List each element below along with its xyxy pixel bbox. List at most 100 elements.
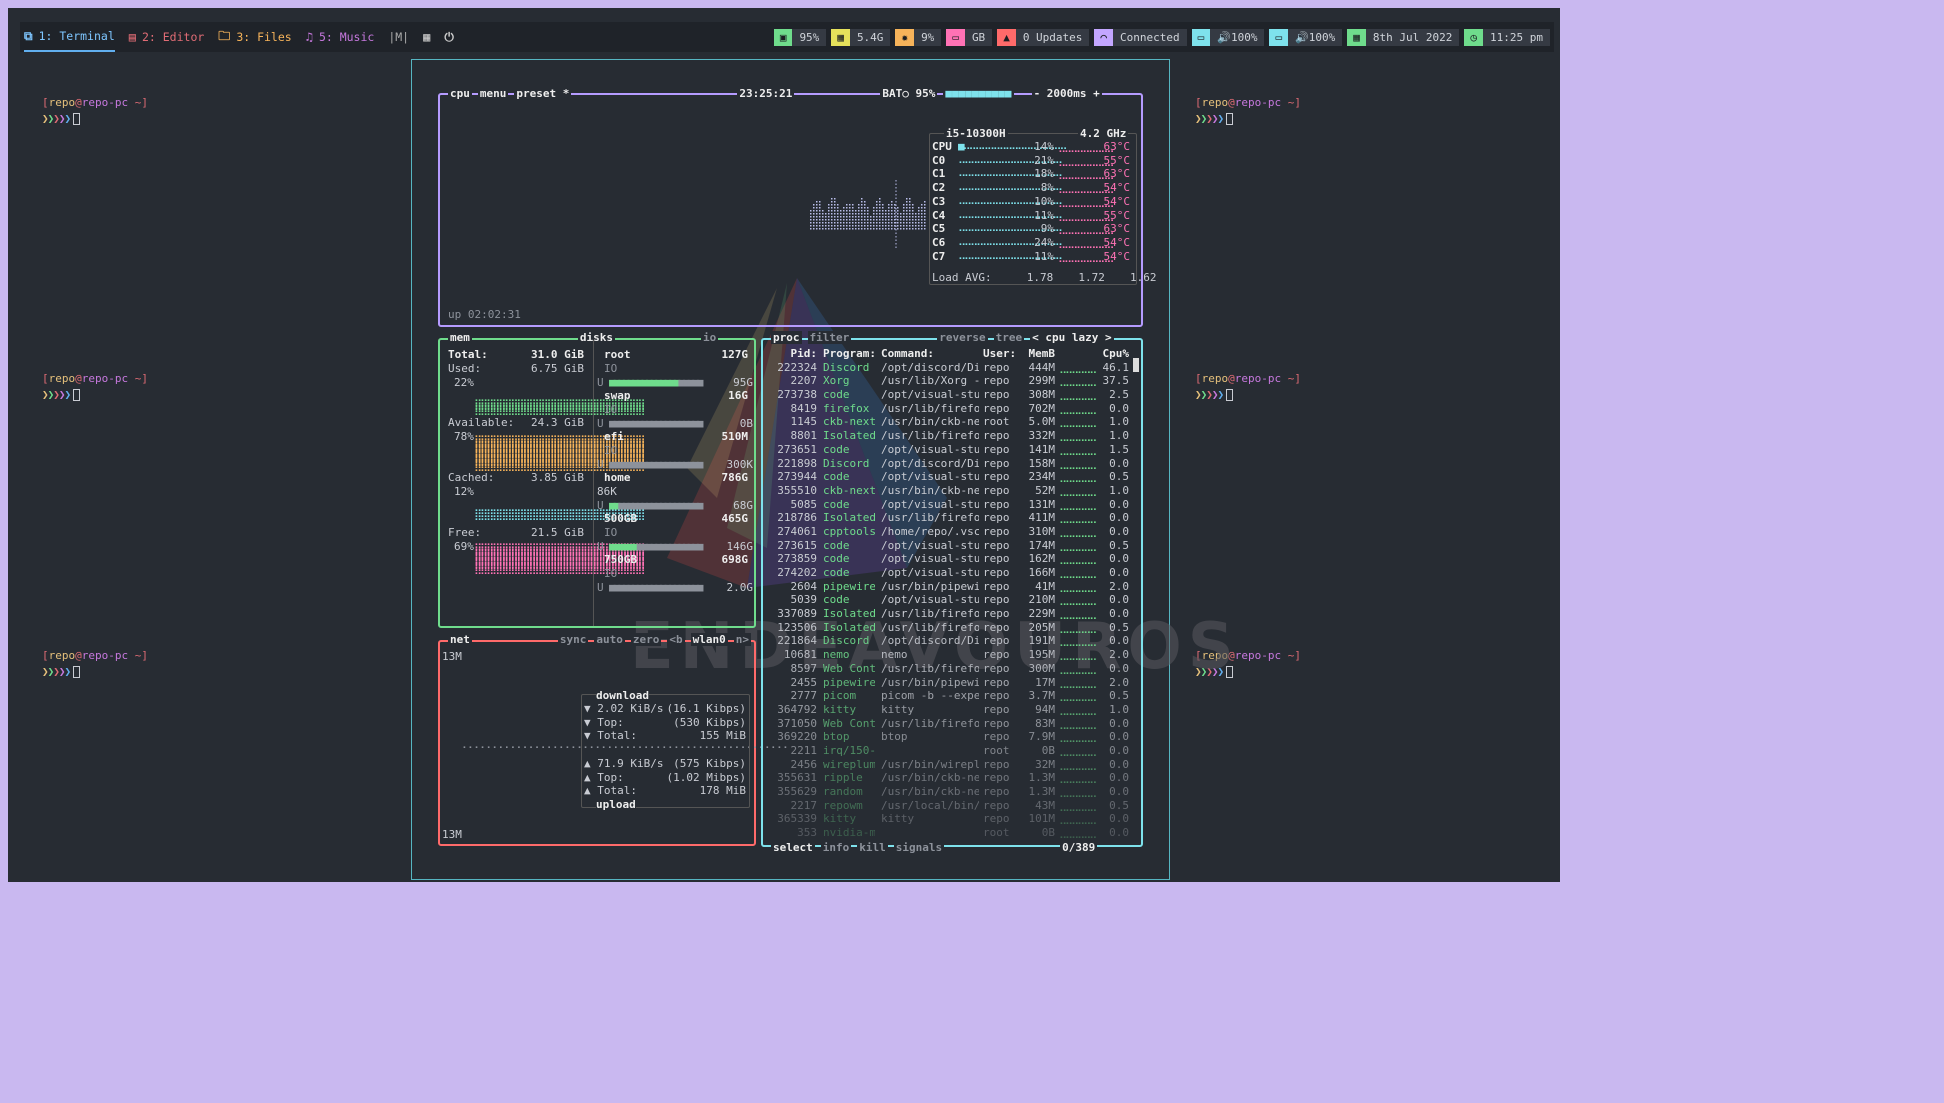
table-row[interactable]: 364792kittykittyrepo94M⣀⣀⣀⣀⣀⣀⣀⣀⣀1.0 <box>769 703 1139 717</box>
disk-usage: U ■■■■■■■■■■■■■■■■■■■■ 146G <box>597 540 753 553</box>
net-next[interactable]: n> <box>733 633 751 646</box>
table-row[interactable]: 2217repowm/usr/local/bin/repo43M⣀⣀⣀⣀⣀⣀⣀⣀… <box>769 799 1139 813</box>
net-panel: net sync auto zero <b wlan0 n> 13M 13M ⡀… <box>438 633 791 846</box>
network-module[interactable]: ◠ Connected <box>1094 28 1187 46</box>
proc-header[interactable]: User: <box>979 347 1015 361</box>
process-table[interactable]: Pid: Program: Command: User: MemB Cpu% 222324 D… <box>769 347 1139 840</box>
table-row[interactable]: 273651code/opt/visual-sturepo141M⣀⣀⣀⣀⣀⣀⣀… <box>769 443 1139 457</box>
table-row[interactable]: 274061 cpptools/home/repo/.vsc repo 310M ⣀⣀⣀… <box>769 525 1139 539</box>
proc-kill[interactable]: kill <box>857 841 888 854</box>
prompt-host: repo-pc <box>1234 649 1282 662</box>
table-row[interactable]: 5085code/opt/visual-sturepo131M⣀⣀⣀⣀⣀⣀⣀⣀⣀… <box>769 498 1139 512</box>
table-row[interactable]: 221864 Discord/opt/discord/Di repo 191M ⣀⣀⣀⣀… <box>769 634 1139 648</box>
clock-module[interactable]: ◷ 11:25 pm <box>1464 28 1550 46</box>
table-row[interactable]: 1145 ckb-next/usr/bin/ckb-ne root 5.0M ⣀⣀⣀⣀⣀… <box>769 415 1139 429</box>
proc-header[interactable]: MemB <box>1015 347 1056 361</box>
proc-sort[interactable]: < cpu lazy > <box>1030 331 1114 344</box>
disks-title[interactable]: disks <box>577 331 615 344</box>
terminal-prompt[interactable]: [repo@repo-pc ~] ❯❯❯❯❯ <box>42 372 148 401</box>
terminal-prompt[interactable]: [repo@repo-pc ~] ❯❯❯❯❯ <box>42 649 148 678</box>
volume1-value: 🔊100% <box>1210 28 1265 46</box>
core-temp-bar: ⣀⣀⣀⣀⣀⣀⣀⣀⣀ <box>1058 222 1115 236</box>
prompt-host: repo-pc <box>81 372 129 385</box>
table-row[interactable]: 337089 Isolated/usr/lib/firefo repo 229M ⣀⣀⣀… <box>769 607 1139 621</box>
net-interface[interactable]: wlan0 <box>690 633 728 646</box>
volume2-module[interactable]: ▭ 🔊100% <box>1269 28 1343 46</box>
table-row[interactable]: 355631 ripple/usr/bin/ckb-ne repo 1.3M ⣀⣀⣀⣀⣀… <box>769 771 1139 785</box>
btop-window[interactable]: ENDEAVOUROS cpu menu preset * 23:25:21 B… <box>411 59 1234 880</box>
table-row[interactable]: 355510 ckb-next/usr/bin/ckb-ne repo 52M ⣀⣀⣀⣀… <box>769 484 1139 498</box>
temperature-module[interactable]: ✹ 9% <box>895 28 942 46</box>
workspace-1[interactable]: ⧉ 1: Terminal <box>24 22 115 52</box>
date-module[interactable]: ▦ 8th Jul 2022 <box>1347 28 1460 46</box>
table-row[interactable]: 123506 Isolated/usr/lib/firefo repo 205M ⣀⣀⣀… <box>769 621 1139 635</box>
table-row[interactable]: 8597 Web Cont/usr/lib/firefo repo 300M ⣀⣀⣀⣀⣀… <box>769 662 1139 676</box>
workspace-2[interactable]: ▤ 2: Editor <box>129 22 205 52</box>
table-row[interactable]: 273859code/opt/visual-sturepo162M⣀⣀⣀⣀⣀⣀⣀… <box>769 552 1139 566</box>
layout-mode[interactable]: |M| <box>388 22 409 52</box>
disks-io-toggle[interactable]: io <box>701 331 719 344</box>
table-row[interactable]: 273738code/opt/visual-sturepo308M⣀⣀⣀⣀⣀⣀⣀… <box>769 388 1139 402</box>
table-row[interactable]: 10681nemonemorepo195M⣀⣀⣀⣀⣀⣀⣀⣀⣀2.0 <box>769 648 1139 662</box>
cpu-module[interactable]: ▣ 95% <box>773 28 827 46</box>
table-row[interactable]: 365339kittykittyrepo101M⣀⣀⣀⣀⣀⣀⣀⣀⣀0.0 <box>769 812 1139 826</box>
proc-info[interactable]: info <box>820 841 852 854</box>
proc-reverse[interactable]: reverse <box>937 331 988 344</box>
core-temp-bar: ⣀⣀⣀⣀⣀⣀⣀⣀⣀ <box>1058 153 1115 167</box>
apps-grid-icon[interactable]: ▦ <box>423 22 430 52</box>
power-icon[interactable]: ⏻ <box>444 22 454 52</box>
table-row[interactable]: 2456 wireplum/usr/bin/wirepl repo 32M ⣀⣀⣀⣀⣀⣀… <box>769 758 1139 772</box>
tab-cpu[interactable]: cpu <box>448 87 472 100</box>
memory-module[interactable]: ▦ 5.4G <box>831 28 891 46</box>
net-prev[interactable]: <b <box>667 633 685 646</box>
workspace-3[interactable]: 🗀 3: Files <box>218 22 291 52</box>
table-row[interactable]: 2211irq/150-root0B⣀⣀⣀⣀⣀⣀⣀⣀⣀0.0 <box>769 744 1139 758</box>
table-row[interactable]: 274202code/opt/visual-sturepo166M⣀⣀⣀⣀⣀⣀⣀… <box>769 566 1139 580</box>
terminal-prompt[interactable]: [repo@repo-pc ~] ❯❯❯❯❯ <box>42 96 148 125</box>
proc-header[interactable]: Cpu% <box>1097 347 1130 361</box>
tab-menu[interactable]: menu <box>477 87 509 100</box>
net-auto[interactable]: auto <box>594 633 625 646</box>
update-interval[interactable]: - 2000ms + <box>1031 87 1102 100</box>
mem-row: Used: 6.75 GiB <box>448 362 584 375</box>
mem-row: Available: 24.3 GiB <box>448 416 584 429</box>
table-row[interactable]: 8419 firefox/usr/lib/firefo repo 702M ⣀⣀⣀⣀⣀⣀… <box>769 402 1139 416</box>
table-row[interactable]: 355629 random/usr/bin/ckb-ne repo 1.3M ⣀⣀⣀⣀⣀… <box>769 785 1139 799</box>
volume1-module[interactable]: ▭ 🔊100% <box>1191 28 1265 46</box>
proc-scrollbar[interactable] <box>1133 358 1139 372</box>
terminal-prompt[interactable]: [repo@repo-pc ~] ❯❯❯❯❯ <box>1195 96 1301 125</box>
proc-header[interactable] <box>1055 347 1097 361</box>
proc-select[interactable]: select <box>771 841 815 854</box>
terminal-prompt[interactable]: [repo@repo-pc ~] ❯❯❯❯❯ <box>1195 372 1301 401</box>
mem-title[interactable]: mem <box>448 331 472 344</box>
proc-filter[interactable]: filter <box>807 331 852 344</box>
table-row[interactable]: 273944code/opt/visual-sturepo234M⣀⣀⣀⣀⣀⣀⣀… <box>769 470 1139 484</box>
table-row[interactable]: 369220btopbtoprepo7.9M⣀⣀⣀⣀⣀⣀⣀⣀⣀0.0 <box>769 730 1139 744</box>
updates-module[interactable]: ▲ 0 Updates <box>997 28 1090 46</box>
mem-panel: mem disks io Total: 31.0 GiB Used: 6.75 GiB… <box>438 331 756 628</box>
workspace-4[interactable]: ♫ 5: Music <box>306 22 375 52</box>
table-row[interactable]: 353nvidia-mroot0B⣀⣀⣀⣀⣀⣀⣀⣀⣀0.0 <box>769 826 1139 840</box>
table-row[interactable]: 273615code/opt/visual-sturepo174M⣀⣀⣀⣀⣀⣀⣀… <box>769 539 1139 553</box>
table-row[interactable]: 371050 Web Cont/usr/lib/firefo repo 83M ⣀⣀⣀⣀… <box>769 717 1139 731</box>
table-row[interactable]: 221898 Discord/opt/discord/Di repo 158M ⣀⣀⣀⣀… <box>769 457 1139 471</box>
mem-percent: 69% <box>454 540 474 553</box>
net-sync[interactable]: sync <box>557 633 589 646</box>
table-row[interactable]: 218786 Isolated/usr/lib/firefo repo 411M ⣀⣀⣀… <box>769 511 1139 525</box>
table-row[interactable]: 222324 Discord/opt/discord/Di repo 444M ⣀⣀⣀⣀… <box>769 361 1139 375</box>
table-row[interactable]: 5039code/opt/visual-sturepo210M⣀⣀⣀⣀⣀⣀⣀⣀⣀… <box>769 593 1139 607</box>
table-row[interactable]: 2455 pipewire/usr/bin/pipewi repo 17M ⣀⣀⣀⣀⣀⣀… <box>769 676 1139 690</box>
proc-header[interactable]: Pid: <box>769 347 818 361</box>
tab-preset[interactable]: preset * <box>514 87 572 100</box>
proc-header[interactable]: Program: <box>817 347 875 361</box>
proc-header[interactable]: Command: <box>875 347 979 361</box>
net-zero[interactable]: zero <box>630 633 662 646</box>
proc-tree[interactable]: tree <box>993 331 1025 344</box>
core-bar: ⠤⠤⠤⠤⠤⠤⠤⠤⠤⠤⠤⠤⠤⠤⠤⠤⠤ <box>958 153 1063 167</box>
table-row[interactable]: 8801 Isolated/usr/lib/firefo repo 332M ⣀⣀⣀⣀⣀… <box>769 429 1139 443</box>
proc-signals[interactable]: signals <box>893 841 945 854</box>
table-row[interactable]: 2207Xorg/usr/lib/Xorg -repo299M⣀⣀⣀⣀⣀⣀⣀⣀⣀… <box>769 374 1139 388</box>
disk-module[interactable]: ▭ GB <box>946 28 993 46</box>
table-row[interactable]: 2777picompicom -b --experepo3.7M⣀⣀⣀⣀⣀⣀⣀⣀… <box>769 689 1139 703</box>
table-row[interactable]: 2604 pipewire/usr/bin/pipewi repo 41M ⣀⣀⣀⣀⣀⣀… <box>769 580 1139 594</box>
